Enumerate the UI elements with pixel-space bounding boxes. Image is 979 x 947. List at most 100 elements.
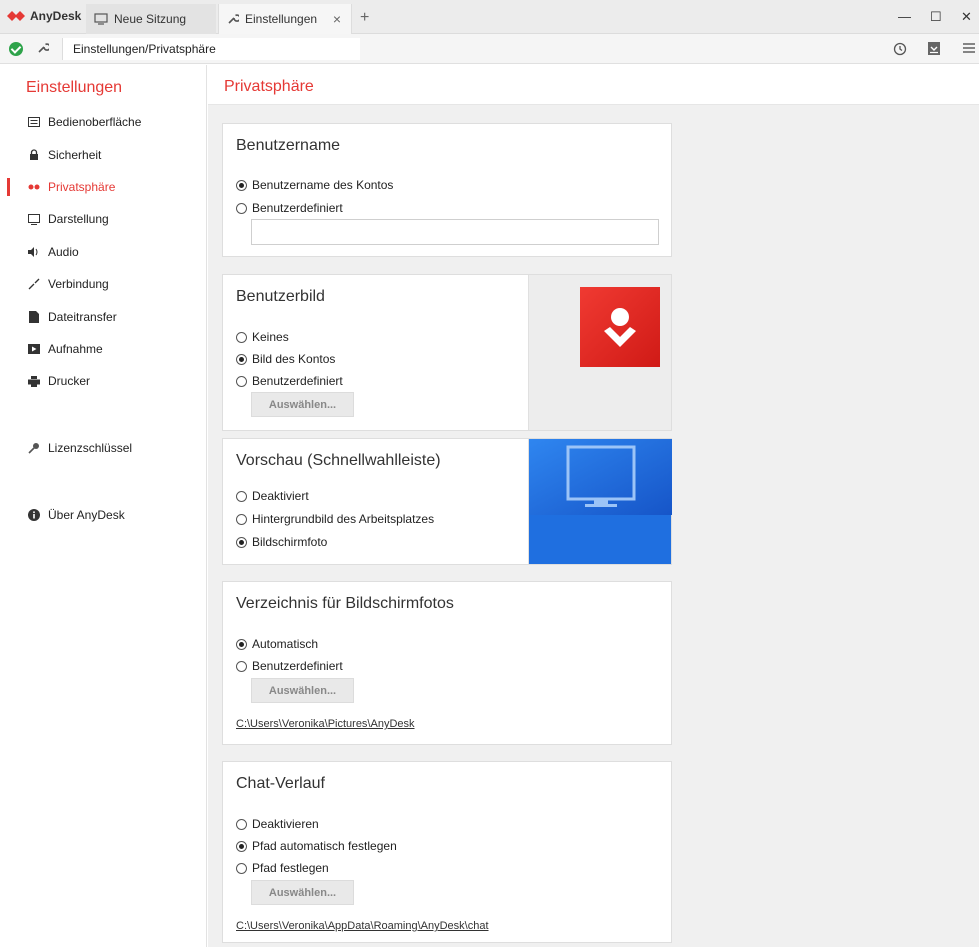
radio-label: Deaktivieren: [252, 817, 319, 831]
tab-label: Neue Sitzung: [114, 12, 187, 26]
radio-label: Deaktiviert: [252, 489, 309, 503]
radio-label: Benutzerdefiniert: [252, 374, 343, 388]
sidebar-item-label: Darstellung: [48, 212, 109, 226]
chat-history-card: Chat-Verlauf Deaktivieren Pfad automatis…: [222, 761, 672, 943]
tab-new-session[interactable]: Neue Sitzung: [86, 4, 216, 34]
screenshot-folder-card: Verzeichnis für Bildschirmfotos Automati…: [222, 581, 672, 745]
maximize-button[interactable]: ☐: [930, 9, 942, 25]
sidebar-item-audio[interactable]: Audio: [0, 238, 206, 266]
radio-selected-icon: [236, 840, 247, 852]
keyboard-icon: [28, 116, 40, 128]
display-icon: [28, 213, 40, 225]
username-input[interactable]: [251, 219, 659, 245]
card-title: Vorschau (Schnellwahlleiste): [236, 452, 441, 469]
preview-wallpaper-radio[interactable]: Hintergrundbild des Arbeitsplatzes: [236, 512, 434, 526]
radio-selected-icon: [236, 179, 247, 191]
radio-icon: [236, 818, 247, 830]
minimize-button[interactable]: —: [898, 9, 911, 24]
sidebar-item-dateitransfer[interactable]: Dateitransfer: [0, 303, 206, 331]
username-custom-radio[interactable]: Benutzerdefiniert: [236, 201, 343, 215]
sidebar-item-ueber-anydesk[interactable]: Über AnyDesk: [0, 501, 206, 529]
close-tab-icon[interactable]: ×: [333, 11, 341, 27]
sidebar-item-lizenzschluessel[interactable]: Lizenzschlüssel: [0, 434, 206, 462]
sidebar-item-label: Verbindung: [48, 277, 109, 291]
username-card: Benutzername Benutzername des Kontos Ben…: [222, 123, 672, 257]
monitor-icon: [94, 13, 108, 25]
sidebar-item-label: Lizenzschlüssel: [48, 441, 133, 455]
sidebar-item-privatsphaere[interactable]: Privatsphäre: [0, 173, 206, 201]
settings-sidebar: Einstellungen Bedienoberfläche Sicherhei…: [0, 65, 207, 947]
preview-screenshot-radio[interactable]: Bildschirmfoto: [236, 535, 327, 549]
download-icon[interactable]: [927, 41, 941, 56]
speaker-icon: [28, 246, 40, 258]
radio-label: Pfad automatisch festlegen: [252, 839, 397, 853]
chat-folder-link[interactable]: C:\Users\Veronika\AppData\Roaming\AnyDes…: [236, 920, 489, 932]
screenshot-custom-radio[interactable]: Benutzerdefiniert: [236, 659, 343, 673]
screenshot-auto-radio[interactable]: Automatisch: [236, 637, 318, 651]
menu-icon[interactable]: [962, 41, 976, 55]
sidebar-item-label: Bedienoberfläche: [48, 115, 142, 129]
radio-icon: [236, 375, 247, 387]
radio-label: Hintergrundbild des Arbeitsplatzes: [252, 512, 435, 526]
radio-selected-icon: [236, 353, 247, 365]
glasses-icon: [28, 181, 40, 193]
userpic-account-radio[interactable]: Bild des Kontos: [236, 352, 335, 366]
sidebar-item-darstellung[interactable]: Darstellung: [0, 205, 206, 233]
content-header: Privatsphäre: [208, 65, 979, 105]
chat-disable-radio[interactable]: Deaktivieren: [236, 817, 319, 831]
radio-label: Benutzername des Kontos: [252, 178, 394, 192]
radio-label: Bildschirmfoto: [252, 535, 328, 549]
userpic-custom-radio[interactable]: Benutzerdefiniert: [236, 374, 343, 388]
sidebar-item-label: Aufnahme: [48, 342, 103, 356]
tab-settings[interactable]: Einstellungen ×: [218, 4, 352, 34]
tab-label: Einstellungen: [245, 12, 318, 26]
wrench-icon: [38, 43, 49, 53]
address-input[interactable]: Einstellungen/Privatsphäre: [62, 38, 360, 60]
sidebar-item-aufnahme[interactable]: Aufnahme: [0, 335, 206, 363]
record-icon: [28, 343, 40, 355]
history-icon[interactable]: [892, 41, 907, 56]
info-icon: [28, 509, 40, 521]
chat-auto-path-radio[interactable]: Pfad automatisch festlegen: [236, 839, 397, 853]
sidebar-item-sicherheit[interactable]: Sicherheit: [0, 141, 206, 169]
sidebar-item-bedienoberflaeche[interactable]: Bedienoberfläche: [0, 108, 206, 136]
sidebar-title: Einstellungen: [26, 79, 123, 96]
sidebar-item-verbindung[interactable]: Verbindung: [0, 270, 206, 298]
sidebar-item-label: Privatsphäre: [48, 180, 116, 194]
card-title: Chat-Verlauf: [236, 775, 325, 792]
radio-label: Benutzerdefiniert: [252, 659, 343, 673]
chat-set-path-radio[interactable]: Pfad festlegen: [236, 861, 329, 875]
screenshot-folder-link[interactable]: C:\Users\Veronika\Pictures\AnyDesk: [236, 718, 415, 730]
sidebar-item-label: Dateitransfer: [48, 310, 117, 324]
radio-icon: [236, 513, 247, 525]
sidebar-item-label: Drucker: [48, 374, 91, 388]
preview-disabled-radio[interactable]: Deaktiviert: [236, 489, 309, 503]
anydesk-window: AnyDesk Neue Sitzung Einstellungen × + —…: [0, 0, 979, 947]
sidebar-item-drucker[interactable]: Drucker: [0, 367, 206, 395]
radio-icon: [236, 331, 247, 343]
key-icon: [28, 442, 40, 454]
wrench-icon: [228, 14, 239, 24]
username-account-radio[interactable]: Benutzername des Kontos: [236, 178, 393, 192]
radio-selected-icon: [236, 536, 247, 548]
printer-icon: [28, 375, 40, 387]
radio-icon: [236, 202, 247, 214]
connection-icon: [28, 278, 40, 290]
anydesk-logo[interactable]: AnyDesk: [6, 9, 81, 23]
card-title: Verzeichnis für Bildschirmfotos: [236, 595, 454, 612]
anydesk-avatar-icon: [580, 287, 660, 367]
radio-label: Keines: [252, 330, 289, 344]
screenshot-select-button[interactable]: Auswählen...: [251, 678, 354, 703]
chat-select-button[interactable]: Auswählen...: [251, 880, 354, 905]
new-tab-button[interactable]: +: [360, 9, 369, 27]
userpic-select-button[interactable]: Auswählen...: [251, 392, 354, 417]
radio-selected-icon: [236, 638, 247, 650]
userpic-none-radio[interactable]: Keines: [236, 330, 289, 344]
preview-image-panel: [528, 439, 672, 564]
radio-label: Pfad festlegen: [252, 861, 329, 875]
radio-icon: [236, 660, 247, 672]
radio-label: Benutzerdefiniert: [252, 201, 343, 215]
radio-icon: [236, 862, 247, 874]
sidebar-item-label: Audio: [48, 245, 79, 259]
close-window-button[interactable]: ✕: [961, 9, 972, 25]
